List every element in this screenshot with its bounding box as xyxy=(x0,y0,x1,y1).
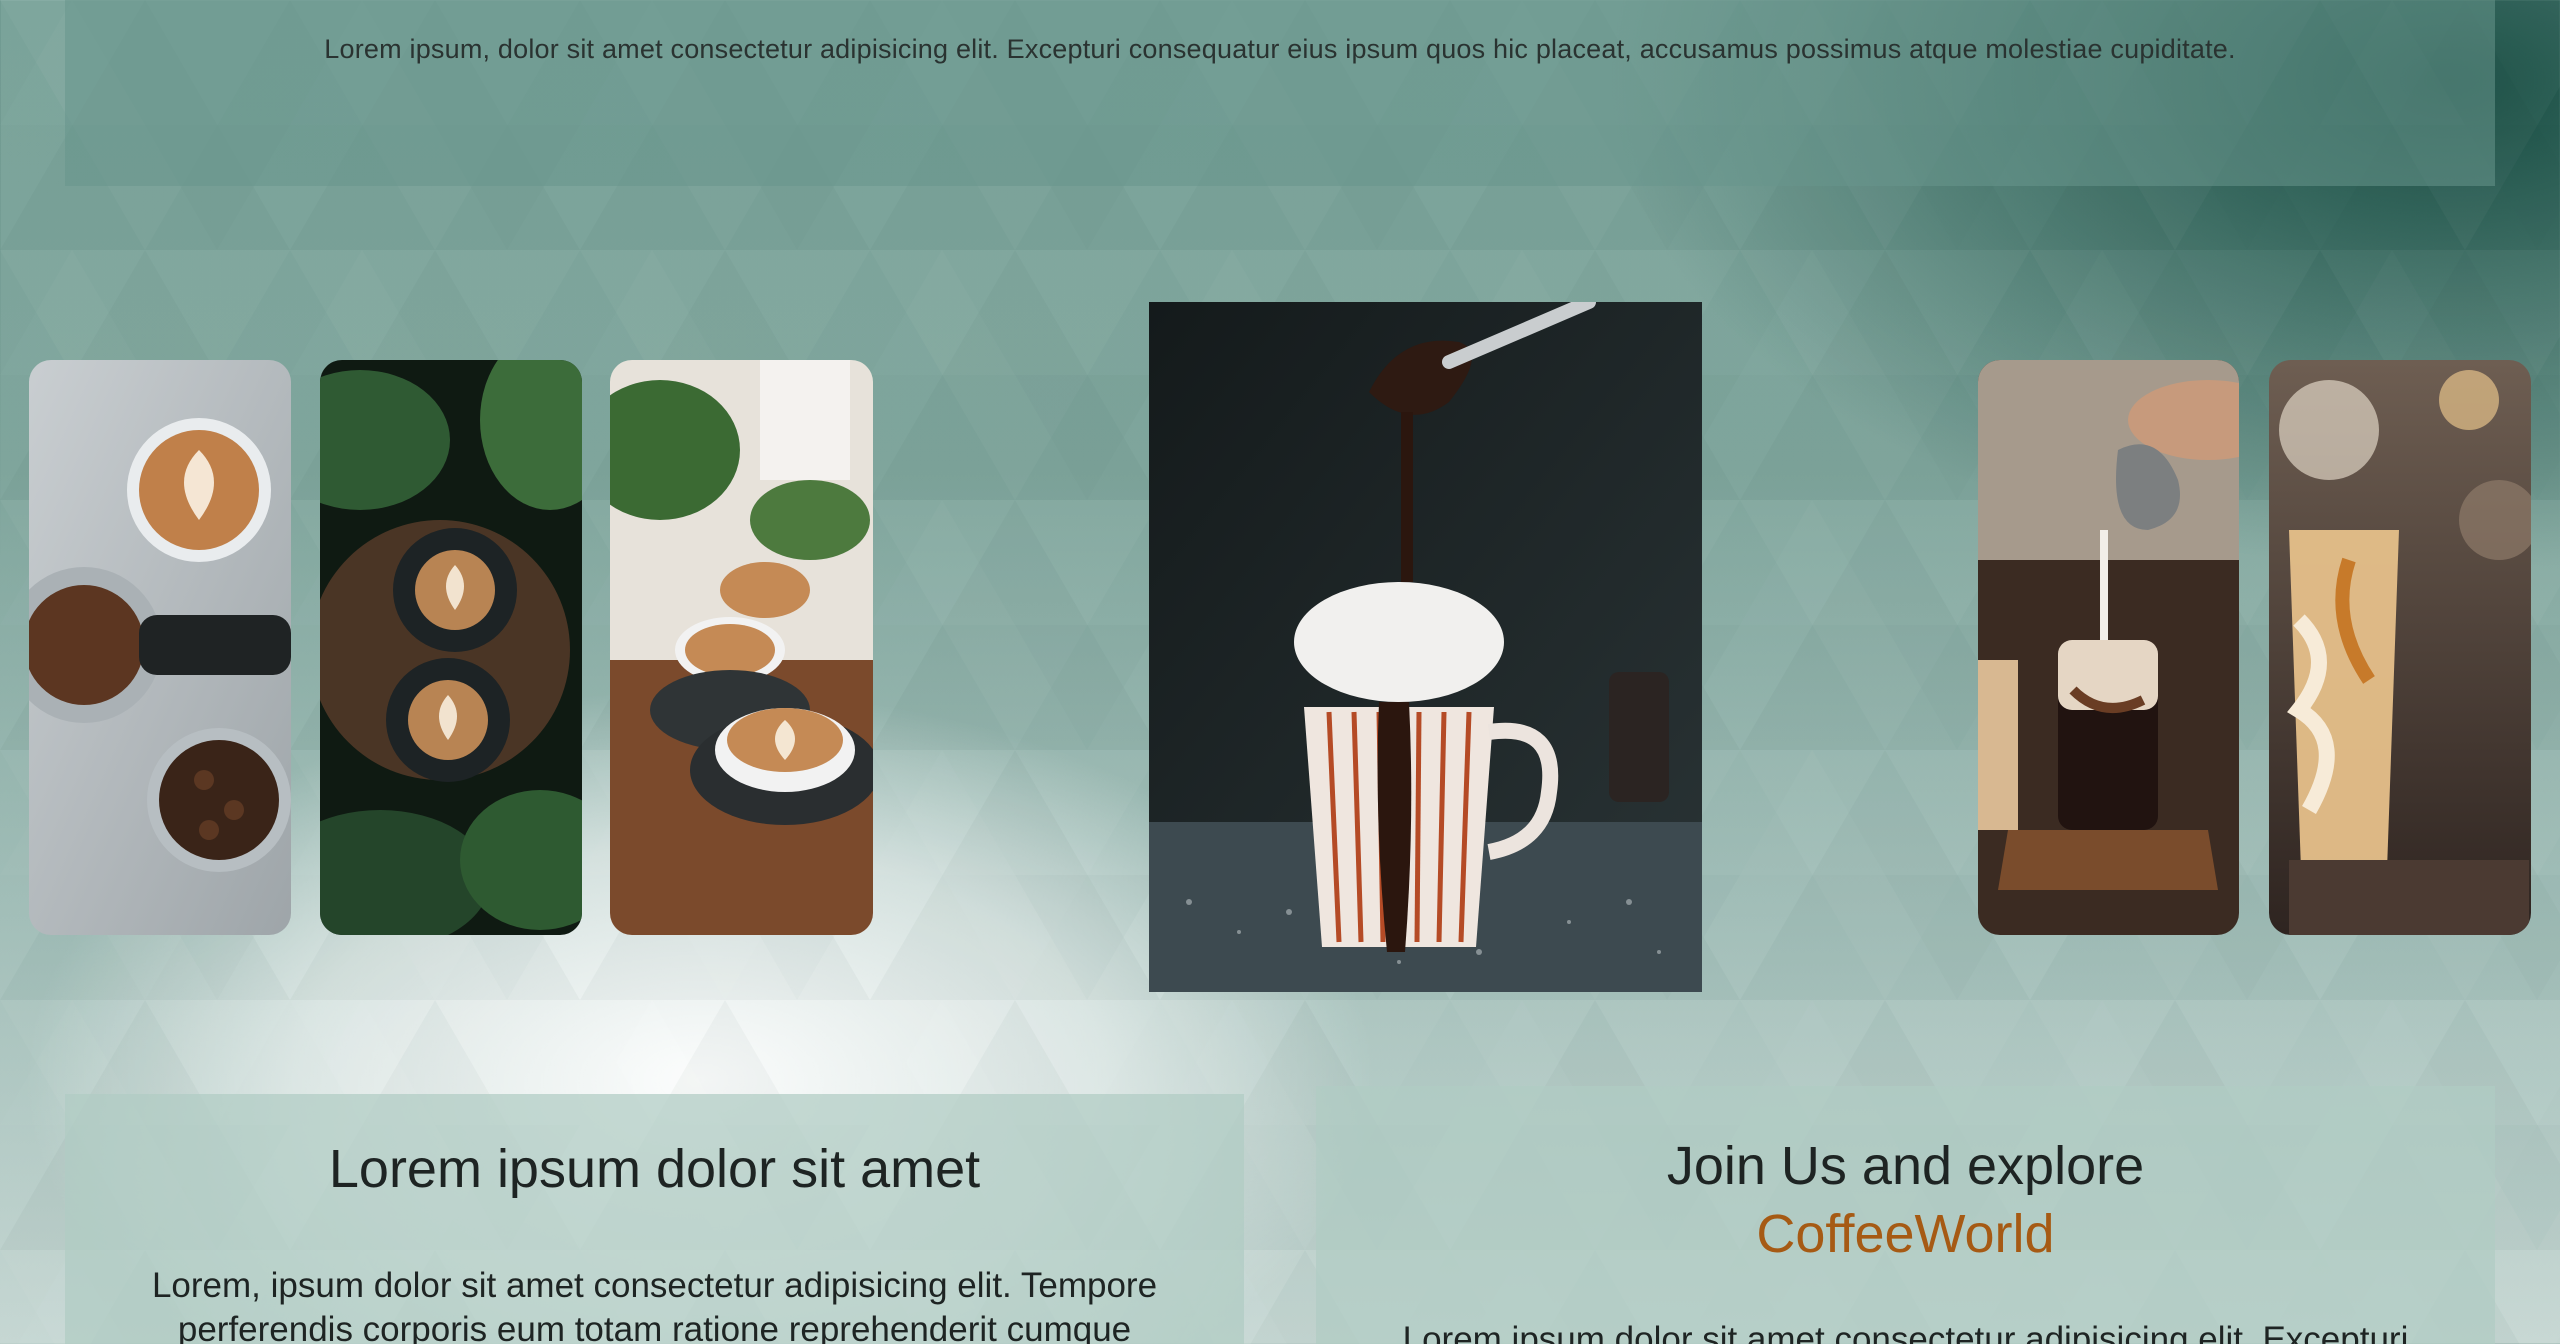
hot-chocolate-mug-image[interactable] xyxy=(1149,302,1702,992)
intro-panel: Lorem ipsum dolor sit amet Lorem, ipsum … xyxy=(65,1094,1244,1344)
latte-cups-and-beans-image[interactable] xyxy=(29,360,291,935)
brand-name: CoffeeWorld xyxy=(1756,1204,2055,1264)
join-heading-line: Join Us and explore xyxy=(1666,1136,2145,1196)
iced-latte-glass-image[interactable] xyxy=(2269,360,2531,935)
join-panel: Join Us and explore CoffeeWorld Lorem ip… xyxy=(1316,1086,2495,1344)
intro-paragraph: Lorem, ipsum dolor sit amet consectetur … xyxy=(151,1266,1158,1344)
join-paragraph: Lorem ipsum dolor sit amet consectetur a… xyxy=(1402,1320,2409,1344)
intro-heading: Lorem ipsum dolor sit amet xyxy=(328,1139,981,1199)
join-heading: Join Us and explore CoffeeWorld xyxy=(1316,1132,2495,1268)
top-banner: Lorem ipsum, dolor sit amet consectetur … xyxy=(65,0,2495,186)
two-lattes-on-wood-tray-image[interactable] xyxy=(320,360,582,935)
milk-pour-iced-coffee-image[interactable] xyxy=(1978,360,2239,935)
cappuccino-cups-with-plants-image[interactable] xyxy=(610,360,873,935)
top-banner-text: Lorem ipsum, dolor sit amet consectetur … xyxy=(324,34,2236,64)
